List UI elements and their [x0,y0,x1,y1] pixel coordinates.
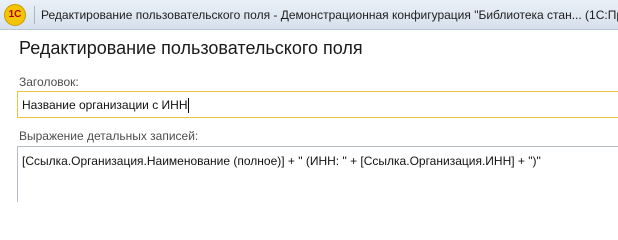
expression-label: Выражение детальных записей: [19,129,199,143]
form-content: Редактирование пользовательского поля За… [0,30,618,202]
edit-custom-field-window: 1С Редактирование пользовательского поля… [0,0,618,202]
title-divider [34,5,35,24]
caption-field[interactable]: Название организации с ИНН [17,91,618,118]
expression-value: [Ссылка.Организация.Наименование (полное… [22,154,541,168]
window-title: Редактирование пользовательского поля - … [41,7,618,22]
page-title: Редактирование пользовательского поля [19,38,363,58]
caption-input[interactable]: Название организации с ИНН [18,95,193,115]
text-cursor [187,97,189,113]
caption-input-value: Название организации с ИНН [22,97,188,112]
caption-label: Заголовок: [19,75,79,89]
1c-logo-icon[interactable]: 1С [4,3,26,26]
expression-textarea[interactable]: [Ссылка.Организация.Наименование (полное… [17,146,618,202]
title-bar[interactable]: 1С Редактирование пользовательского поля… [0,0,618,30]
